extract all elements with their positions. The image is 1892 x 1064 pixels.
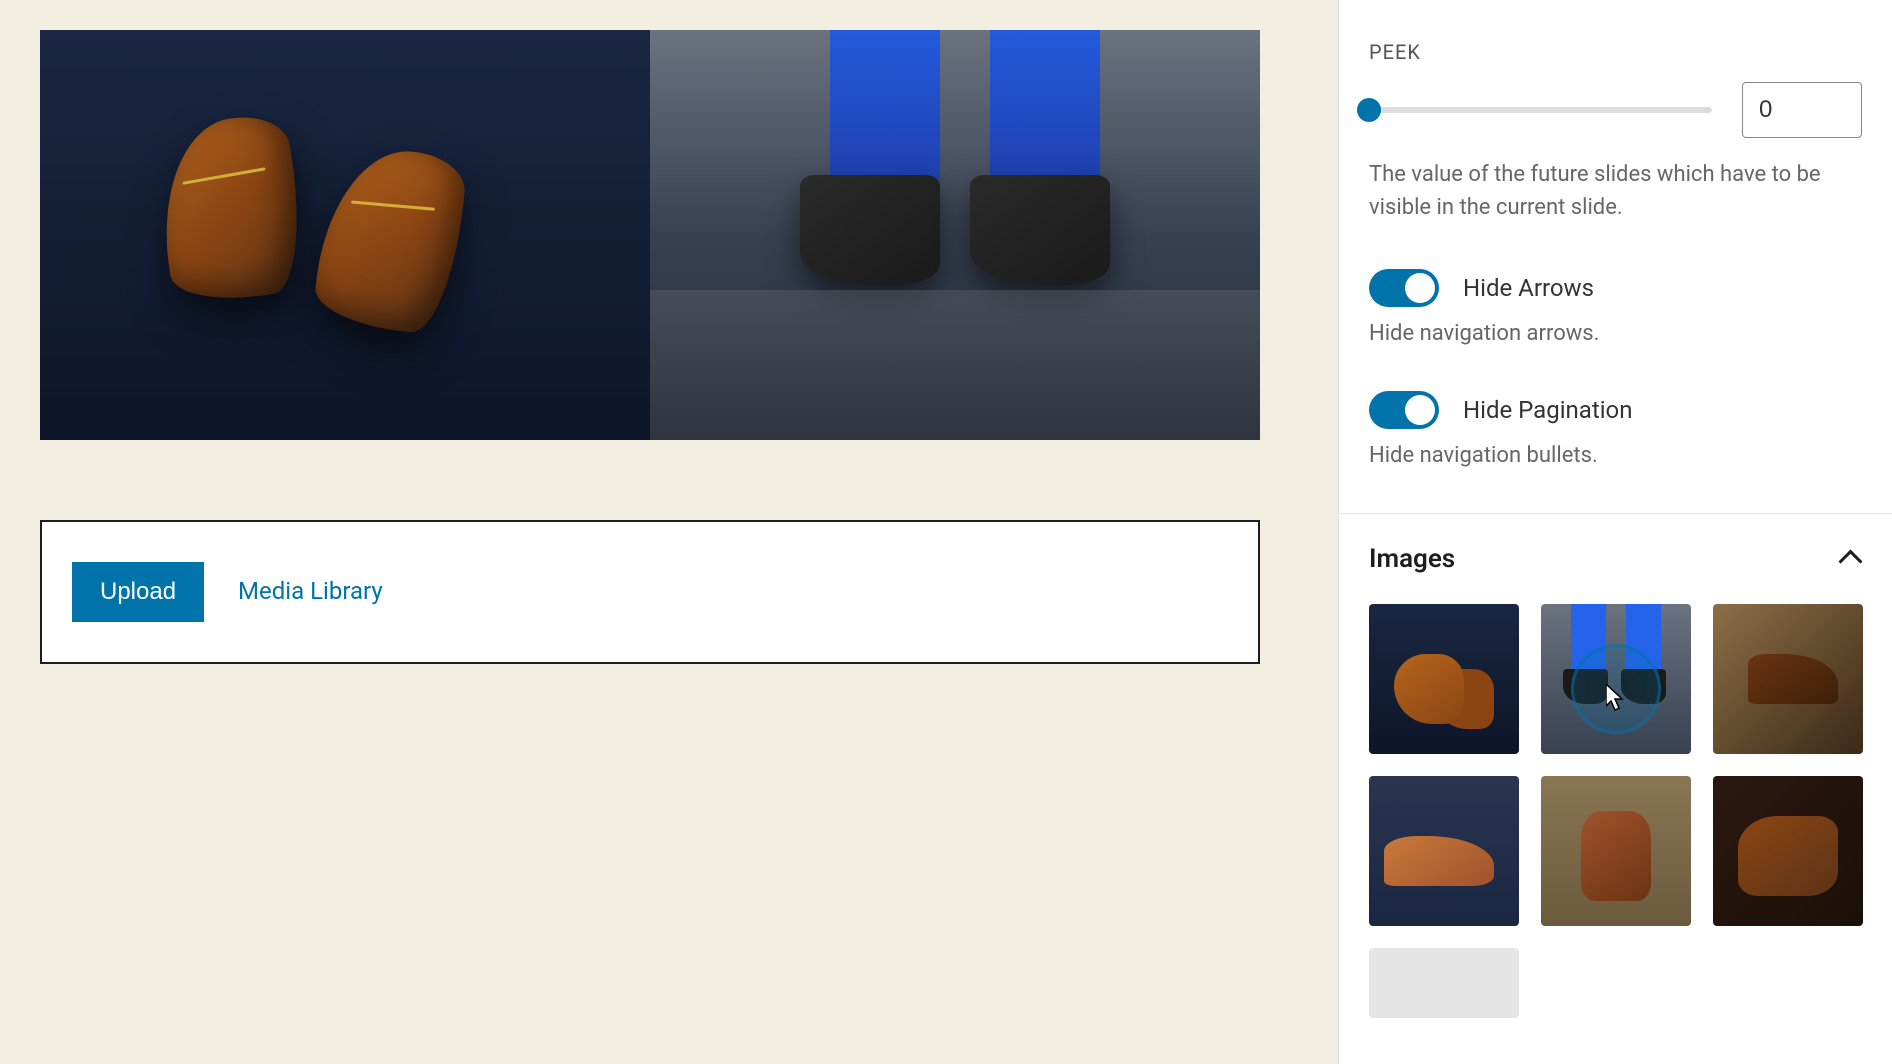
thumb-content: [1571, 604, 1606, 674]
hide-pagination-row: Hide Pagination: [1369, 391, 1862, 429]
product-image: [145, 109, 314, 311]
image-thumbnail[interactable]: [1713, 776, 1863, 926]
hide-arrows-row: Hide Arrows: [1369, 269, 1862, 307]
peek-slider-thumb[interactable]: [1357, 98, 1381, 122]
product-image: [830, 30, 940, 180]
upload-button[interactable]: Upload: [72, 562, 204, 622]
divider: [1339, 513, 1892, 514]
image-thumbnail[interactable]: [1713, 604, 1863, 754]
hide-pagination-help: Hide navigation bullets.: [1369, 443, 1862, 468]
image-thumbnail[interactable]: [1541, 776, 1691, 926]
slide-2: [650, 30, 1260, 440]
media-placeholder: Upload Media Library: [40, 520, 1260, 664]
hide-arrows-toggle[interactable]: [1369, 269, 1439, 307]
hide-arrows-label: Hide Arrows: [1463, 274, 1594, 302]
peek-help-text: The value of the future slides which hav…: [1369, 158, 1862, 224]
thumb-content: [1563, 669, 1608, 704]
add-image-button[interactable]: [1369, 948, 1519, 1018]
peek-input[interactable]: [1742, 82, 1862, 138]
editor-canvas: Upload Media Library: [0, 0, 1338, 1064]
block-settings-sidebar: PEEK The value of the future slides whic…: [1338, 0, 1892, 1064]
hide-arrows-help: Hide navigation arrows.: [1369, 321, 1862, 346]
image-thumbnail[interactable]: [1369, 604, 1519, 754]
slide-1: [40, 30, 650, 440]
hide-pagination-toggle[interactable]: [1369, 391, 1439, 429]
thumb-content: [1621, 669, 1666, 704]
image-thumbnail-grid: [1369, 604, 1862, 1018]
product-image: [312, 144, 467, 336]
product-image: [650, 290, 1260, 440]
chevron-up-icon: [1838, 547, 1862, 571]
images-panel-title: Images: [1369, 544, 1455, 574]
thumb-content: [1626, 604, 1661, 674]
peek-slider[interactable]: [1369, 107, 1712, 113]
media-library-link[interactable]: Media Library: [238, 577, 383, 605]
product-image: [800, 175, 940, 285]
peek-label: PEEK: [1369, 40, 1862, 64]
product-image: [990, 30, 1100, 180]
slider-preview: [40, 30, 1260, 440]
product-image: [970, 175, 1110, 285]
images-panel-header[interactable]: Images: [1369, 544, 1862, 574]
image-thumbnail[interactable]: [1541, 604, 1691, 754]
image-thumbnail[interactable]: [1369, 776, 1519, 926]
peek-control-row: [1369, 82, 1862, 138]
hide-pagination-label: Hide Pagination: [1463, 396, 1633, 424]
